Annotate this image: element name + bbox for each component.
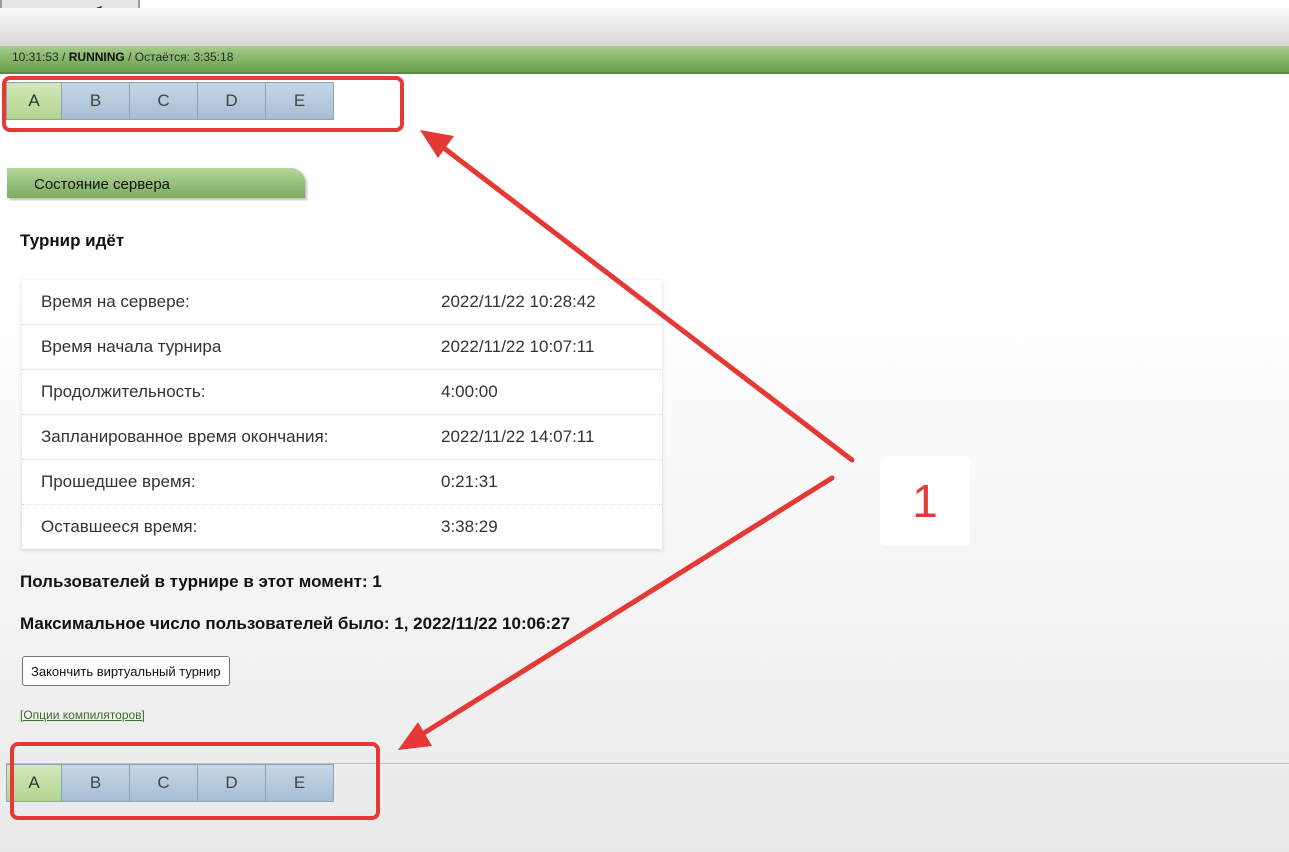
arrow-head-bottom xyxy=(398,722,432,750)
arrow-line-top xyxy=(433,139,855,463)
arrow-line-bottom xyxy=(413,475,835,741)
annotation-arrows xyxy=(398,130,855,750)
annotation-number: 1 xyxy=(880,456,970,546)
